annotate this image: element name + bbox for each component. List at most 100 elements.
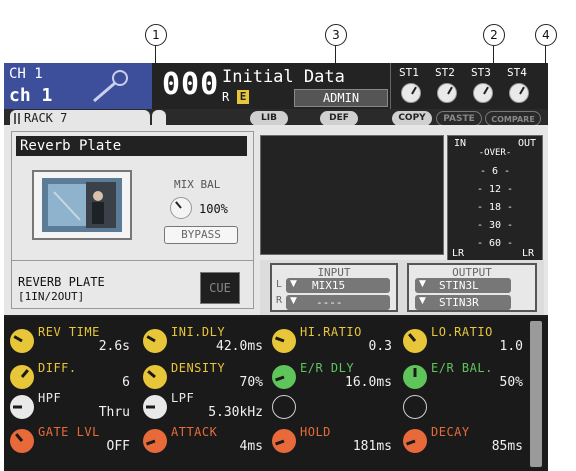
param-name: DIFF. [38, 361, 77, 375]
user-name[interactable]: ADMIN [294, 89, 388, 107]
effect-name[interactable]: Reverb Plate [16, 136, 247, 156]
param-knob[interactable] [143, 395, 167, 419]
scene-flag-r: R [222, 90, 230, 104]
meter-scale-30: - 30 - [476, 220, 514, 231]
input-r-value: ---- [316, 296, 343, 309]
param-value: OFF [106, 439, 130, 454]
param-cell[interactable]: GATE LVL OFF [10, 425, 136, 455]
param-cell[interactable]: HI.RATIO 0.3 [272, 325, 398, 355]
st1-label: ST1 [399, 66, 419, 79]
param-name: HPF [38, 391, 62, 405]
param-knob[interactable] [403, 429, 427, 453]
input-r-selector[interactable]: ▼ ---- [286, 295, 390, 310]
param-value: 70% [239, 375, 263, 390]
tab-next[interactable] [152, 110, 166, 126]
io-meter: IN OUT -OVER- - 6 - - 12 - - 18 - - 30 -… [447, 135, 543, 263]
param-value: 2.6s [98, 339, 130, 354]
st4-knob[interactable] [509, 83, 529, 103]
param-cell[interactable]: REV TIME 2.6s [10, 325, 136, 355]
tab-rack[interactable]: RACK 7 [10, 110, 150, 126]
effect-io-config: [1IN/2OUT] [18, 290, 85, 303]
empty-knob-slot [403, 395, 427, 419]
output-2-value: STIN3R [439, 296, 479, 309]
st1-knob[interactable] [401, 83, 421, 103]
bypass-button[interactable]: BYPASS [164, 226, 238, 244]
param-knob[interactable] [272, 365, 296, 389]
paste-button[interactable]: PASTE [436, 111, 482, 126]
param-cell[interactable]: INI.DLY 42.0ms [143, 325, 269, 355]
param-cell[interactable]: DECAY 85ms [403, 425, 529, 455]
param-knob[interactable] [403, 365, 427, 389]
param-cell[interactable]: DIFF. 6 [10, 361, 136, 391]
device-screen: CH 1 ch 1 000 Initial Data R E ADMIN ST1… [4, 63, 548, 471]
param-cell[interactable]: LPF 5.30kHz [143, 391, 269, 421]
st2-knob[interactable] [437, 83, 457, 103]
param-cell[interactable]: HOLD 181ms [272, 425, 398, 455]
dropdown-arrow-icon: ▼ [290, 296, 297, 306]
header-bar: CH 1 ch 1 000 Initial Data R E ADMIN ST1… [4, 63, 548, 109]
scene-number: 000 [162, 67, 220, 102]
param-knob[interactable] [10, 429, 34, 453]
lib-button[interactable]: LIB [250, 111, 288, 126]
param-name: DENSITY [171, 361, 226, 375]
param-knob[interactable] [10, 395, 34, 419]
output-1-selector[interactable]: ▼ STIN3L [415, 278, 511, 293]
param-cell[interactable]: DENSITY 70% [143, 361, 269, 391]
param-knob[interactable] [10, 365, 34, 389]
scene-flag-e: E [237, 90, 249, 104]
param-cell[interactable]: HPF Thru [10, 391, 136, 421]
reverb-plate-picture [42, 178, 122, 232]
input-section: INPUT L R ▼ MIX15 ▼ ---- [270, 263, 398, 312]
param-name: E/R BAL. [431, 361, 493, 375]
compare-button[interactable]: COMPARE [485, 111, 541, 126]
cue-button[interactable]: CUE [200, 272, 240, 304]
callout-1: 1 [145, 24, 167, 46]
st4-label: ST4 [507, 66, 527, 79]
param-name: GATE LVL [38, 425, 100, 439]
param-scrollbar[interactable] [530, 321, 542, 467]
param-name: DECAY [431, 425, 470, 439]
mix-bal-label: MIX BAL [174, 178, 221, 191]
param-value: 181ms [352, 439, 392, 454]
meter-lr-in: LR [452, 248, 465, 259]
input-l-label: L [276, 279, 283, 290]
param-value: 42.0ms [216, 339, 263, 354]
param-cell[interactable]: LO.RATIO 1.0 [403, 325, 529, 355]
param-knob[interactable] [143, 329, 167, 353]
param-knob[interactable] [10, 329, 34, 353]
output-section: OUTPUT ▼ STIN3L ▼ STIN3R [407, 263, 537, 312]
param-knob[interactable] [143, 365, 167, 389]
scene-title: Initial Data [222, 67, 345, 87]
param-value: 16.0ms [345, 375, 392, 390]
param-cell[interactable]: E/R DLY 16.0ms [272, 361, 398, 391]
mix-bal-knob[interactable] [170, 197, 192, 219]
dropdown-arrow-icon: ▼ [290, 279, 297, 289]
copy-button[interactable]: COPY [392, 111, 432, 126]
callout-2: 2 [483, 24, 505, 46]
effect-divider [12, 260, 253, 261]
param-knob[interactable] [272, 329, 296, 353]
param-cell[interactable]: E/R BAL. 50% [403, 361, 529, 391]
tab-grip-icon [14, 113, 16, 124]
def-button[interactable]: DEF [320, 111, 358, 126]
channel-number: CH 1 [9, 66, 43, 82]
param-knob[interactable] [403, 329, 427, 353]
param-value: 50% [499, 375, 523, 390]
callout-3: 3 [325, 24, 347, 46]
microphone-icon [93, 70, 128, 103]
channel-box[interactable]: CH 1 ch 1 [4, 63, 152, 109]
param-knob[interactable] [143, 429, 167, 453]
empty-knob-slot [272, 395, 296, 419]
meter-scale-over: -OVER- [478, 148, 512, 158]
param-name: INI.DLY [171, 325, 226, 339]
param-value: Thru [98, 405, 130, 420]
st3-knob[interactable] [473, 83, 493, 103]
input-l-value: MIX15 [312, 279, 346, 292]
param-name: LO.RATIO [431, 325, 493, 339]
input-l-selector[interactable]: ▼ MIX15 [286, 278, 390, 293]
effect-panel: Reverb Plate MIX BAL 100% BYPASS REVERB … [11, 131, 254, 309]
output-2-selector[interactable]: ▼ STIN3R [415, 295, 511, 310]
meter-scale-6: - 6 - [479, 166, 511, 177]
param-knob[interactable] [272, 429, 296, 453]
param-cell[interactable]: ATTACK 4ms [143, 425, 269, 455]
